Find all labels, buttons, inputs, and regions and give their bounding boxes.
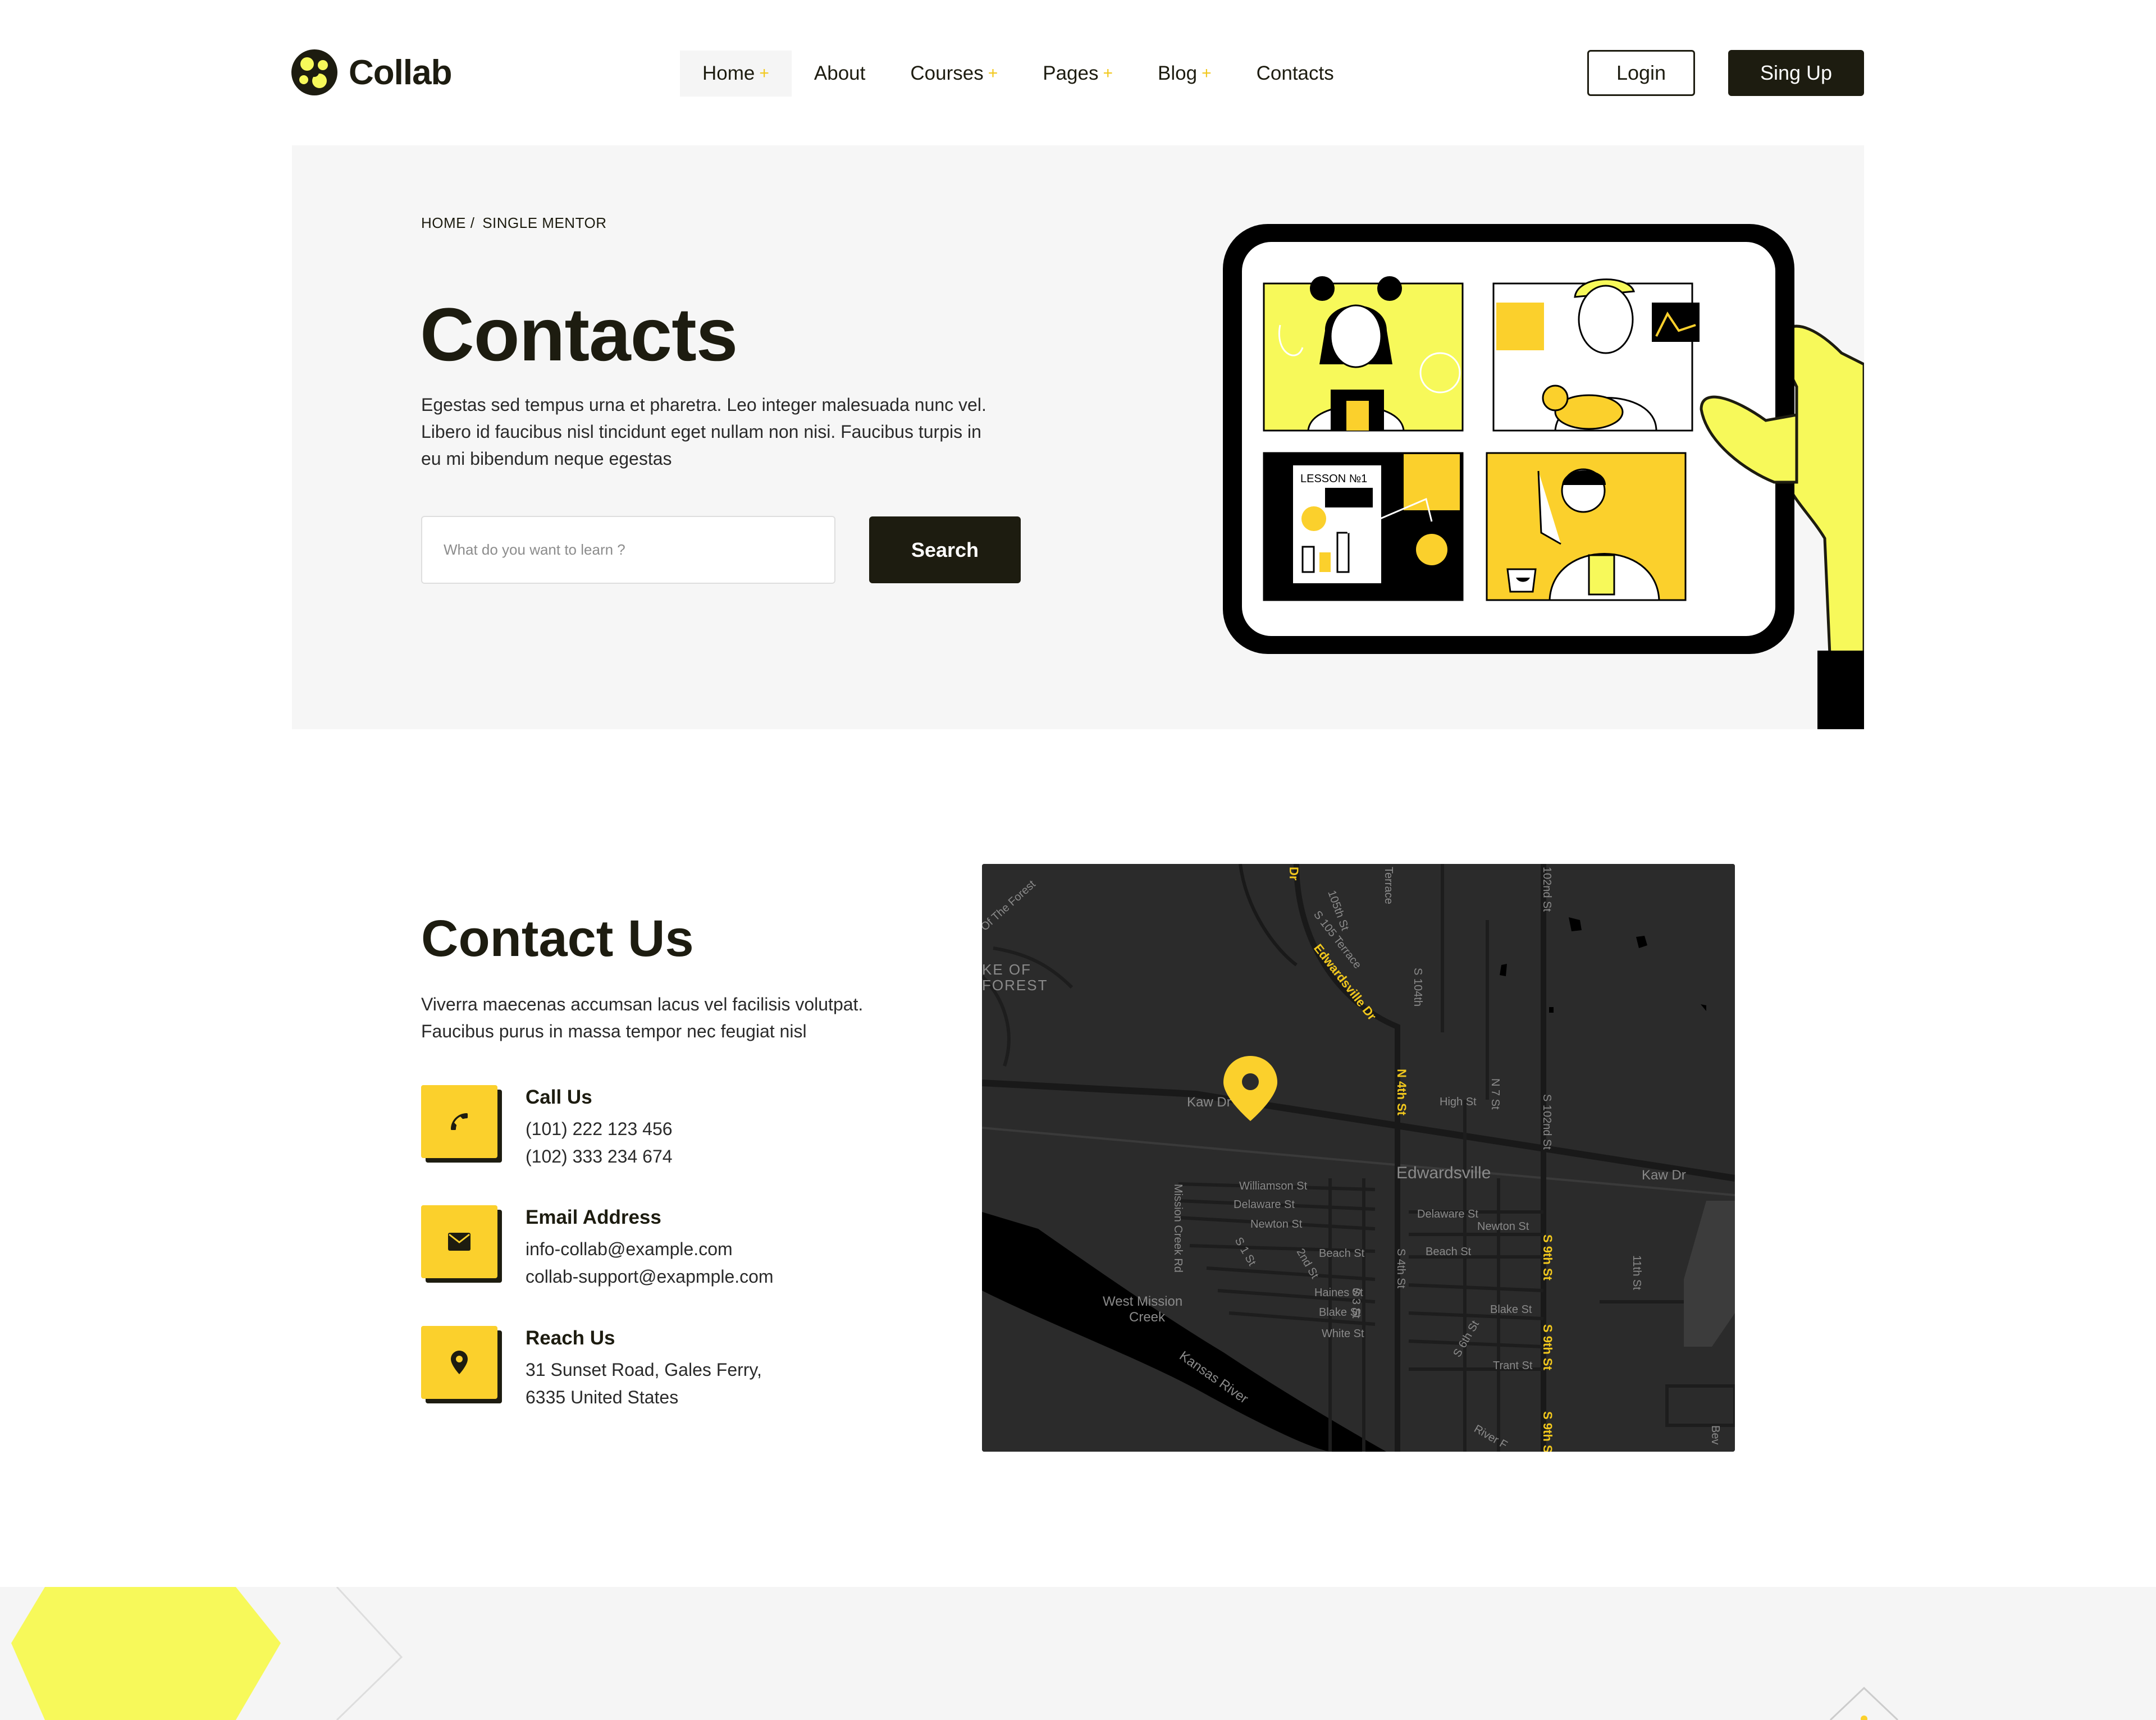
map-label-n4th: N 4th St [1395, 1069, 1409, 1116]
call-label: Call Us [526, 1086, 592, 1108]
nav-item-courses[interactable]: Courses + [888, 51, 1020, 97]
nav-label: Blog [1158, 62, 1198, 84]
envelope-icon [421, 1205, 497, 1278]
contact-email: Email Address info-collab@example.com co… [421, 1205, 774, 1291]
breadcrumb: HOME / SINGLE MENTOR [421, 214, 606, 232]
map-label-s102: S 102nd St [1541, 1094, 1553, 1150]
nav-label: About [814, 62, 866, 84]
map-label-newton-r: Newton St [1477, 1220, 1529, 1233]
lesson-label: LESSON №1 [1300, 473, 1367, 485]
address-line-1: 31 Sunset Road, Gales Ferry, [526, 1360, 762, 1380]
online-class-illustration: LESSON №1 [1223, 224, 1864, 729]
map-label-s9th-c: S 9th St [1541, 1411, 1555, 1452]
contact-description: Viverra maecenas accumsan lacus vel faci… [421, 994, 864, 1041]
map-label-dr-top: Dr [1287, 867, 1301, 881]
search-input[interactable] [421, 516, 835, 584]
footer-decoration-band [0, 1587, 2156, 1720]
map-label-s104: S 104th [1412, 968, 1424, 1007]
brand-logo[interactable]: Collab [290, 48, 452, 97]
map-label-trant: Trant St [1493, 1360, 1533, 1372]
map-canvas: Edwardsville Dr N 4th St S 9th St S 9th … [982, 864, 1735, 1452]
phone-1[interactable]: (101) 222 123 456 [526, 1115, 673, 1143]
map-label-beach-r: Beach St [1426, 1246, 1472, 1258]
email-2[interactable]: collab-support@exapmple.com [526, 1263, 774, 1291]
nav-plus-icon: + [1103, 64, 1113, 83]
phone-icon [421, 1085, 497, 1158]
nav-item-contacts[interactable]: Contacts [1234, 51, 1356, 97]
main-nav: Home + About Courses + Pages + Blog + Co… [680, 51, 1356, 97]
map-label-mission-rd: Mission Creek Rd [1172, 1184, 1184, 1273]
location-map[interactable]: Edwardsville Dr N 4th St S 9th St S 9th … [982, 864, 1735, 1452]
decorative-shapes [11, 1587, 1899, 1720]
search-button[interactable]: Search [869, 516, 1021, 583]
map-label-williamson: Williamson St [1239, 1180, 1308, 1192]
map-label-bev: Bev [1709, 1425, 1721, 1444]
signup-button[interactable]: Sing Up [1728, 50, 1864, 96]
map-label-s9th-a: S 9th St [1541, 1234, 1555, 1281]
map-label-ke-of: KE OF [982, 961, 1031, 978]
page-title: Contacts [420, 293, 738, 377]
map-label-kaw-dr-right: Kaw Dr [1642, 1168, 1686, 1183]
map-label-s9th-b: S 9th St [1541, 1324, 1555, 1371]
breadcrumb-home[interactable]: HOME [421, 214, 466, 231]
nav-label: Home [702, 62, 755, 84]
contact-call: Call Us (101) 222 123 456 (102) 333 234 … [421, 1085, 673, 1170]
contact-address: Reach Us 31 Sunset Road, Gales Ferry, 63… [421, 1326, 762, 1411]
map-label-11th: 11th St [1630, 1255, 1643, 1290]
nav-plus-icon: + [759, 64, 769, 83]
breadcrumb-current: SINGLE MENTOR [482, 214, 607, 231]
map-label-terrace: Terrace [1382, 867, 1395, 904]
map-label-beach-l: Beach St [1319, 1247, 1365, 1260]
nav-plus-icon: + [1202, 64, 1212, 83]
brand-name: Collab [349, 53, 452, 92]
map-label-forest: FOREST [982, 977, 1048, 994]
nav-item-blog[interactable]: Blog + [1135, 51, 1234, 97]
nav-label: Contacts [1256, 62, 1334, 84]
map-label-blake-r: Blake St [1490, 1303, 1532, 1316]
map-label-creek: Creek [1129, 1310, 1166, 1325]
map-pin-icon [421, 1326, 497, 1399]
map-label-west-mission: West Mission [1103, 1294, 1182, 1309]
map-label-edwardsville: Edwardsville [1396, 1164, 1491, 1182]
map-label-n7th: N 7 St [1489, 1078, 1501, 1110]
address-line-2: 6335 United States [526, 1387, 679, 1407]
nav-label: Courses [910, 62, 984, 84]
map-label-white: White St [1322, 1328, 1364, 1340]
map-label-high: High St [1440, 1096, 1477, 1108]
email-label: Email Address [526, 1206, 661, 1228]
nav-item-pages[interactable]: Pages + [1020, 51, 1135, 97]
login-button[interactable]: Login [1587, 50, 1695, 96]
nav-label: Pages [1043, 62, 1099, 84]
hero-description: Egestas sed tempus urna et pharetra. Leo… [421, 395, 986, 469]
map-label-102nd: 102nd St [1541, 867, 1553, 912]
breadcrumb-separator: / [470, 214, 475, 231]
map-label-newton-l: Newton St [1250, 1218, 1303, 1230]
nav-item-about[interactable]: About [792, 51, 888, 97]
reach-label: Reach Us [526, 1327, 615, 1349]
map-label-s4th: S 4th St [1395, 1248, 1407, 1289]
map-label-s3: S 3 St [1350, 1288, 1362, 1319]
nav-plus-icon: + [988, 64, 998, 83]
phone-2[interactable]: (102) 333 234 674 [526, 1143, 673, 1170]
nav-item-home[interactable]: Home + [680, 51, 792, 97]
map-label-delaware-r: Delaware St [1417, 1208, 1478, 1220]
map-label-kaw-dr-left: Kaw Dr [1187, 1095, 1231, 1110]
map-label-delaware-l: Delaware St [1234, 1198, 1295, 1211]
email-1[interactable]: info-collab@example.com [526, 1236, 774, 1263]
contact-title: Contact Us [421, 910, 694, 967]
logo-mark-icon [291, 49, 337, 95]
